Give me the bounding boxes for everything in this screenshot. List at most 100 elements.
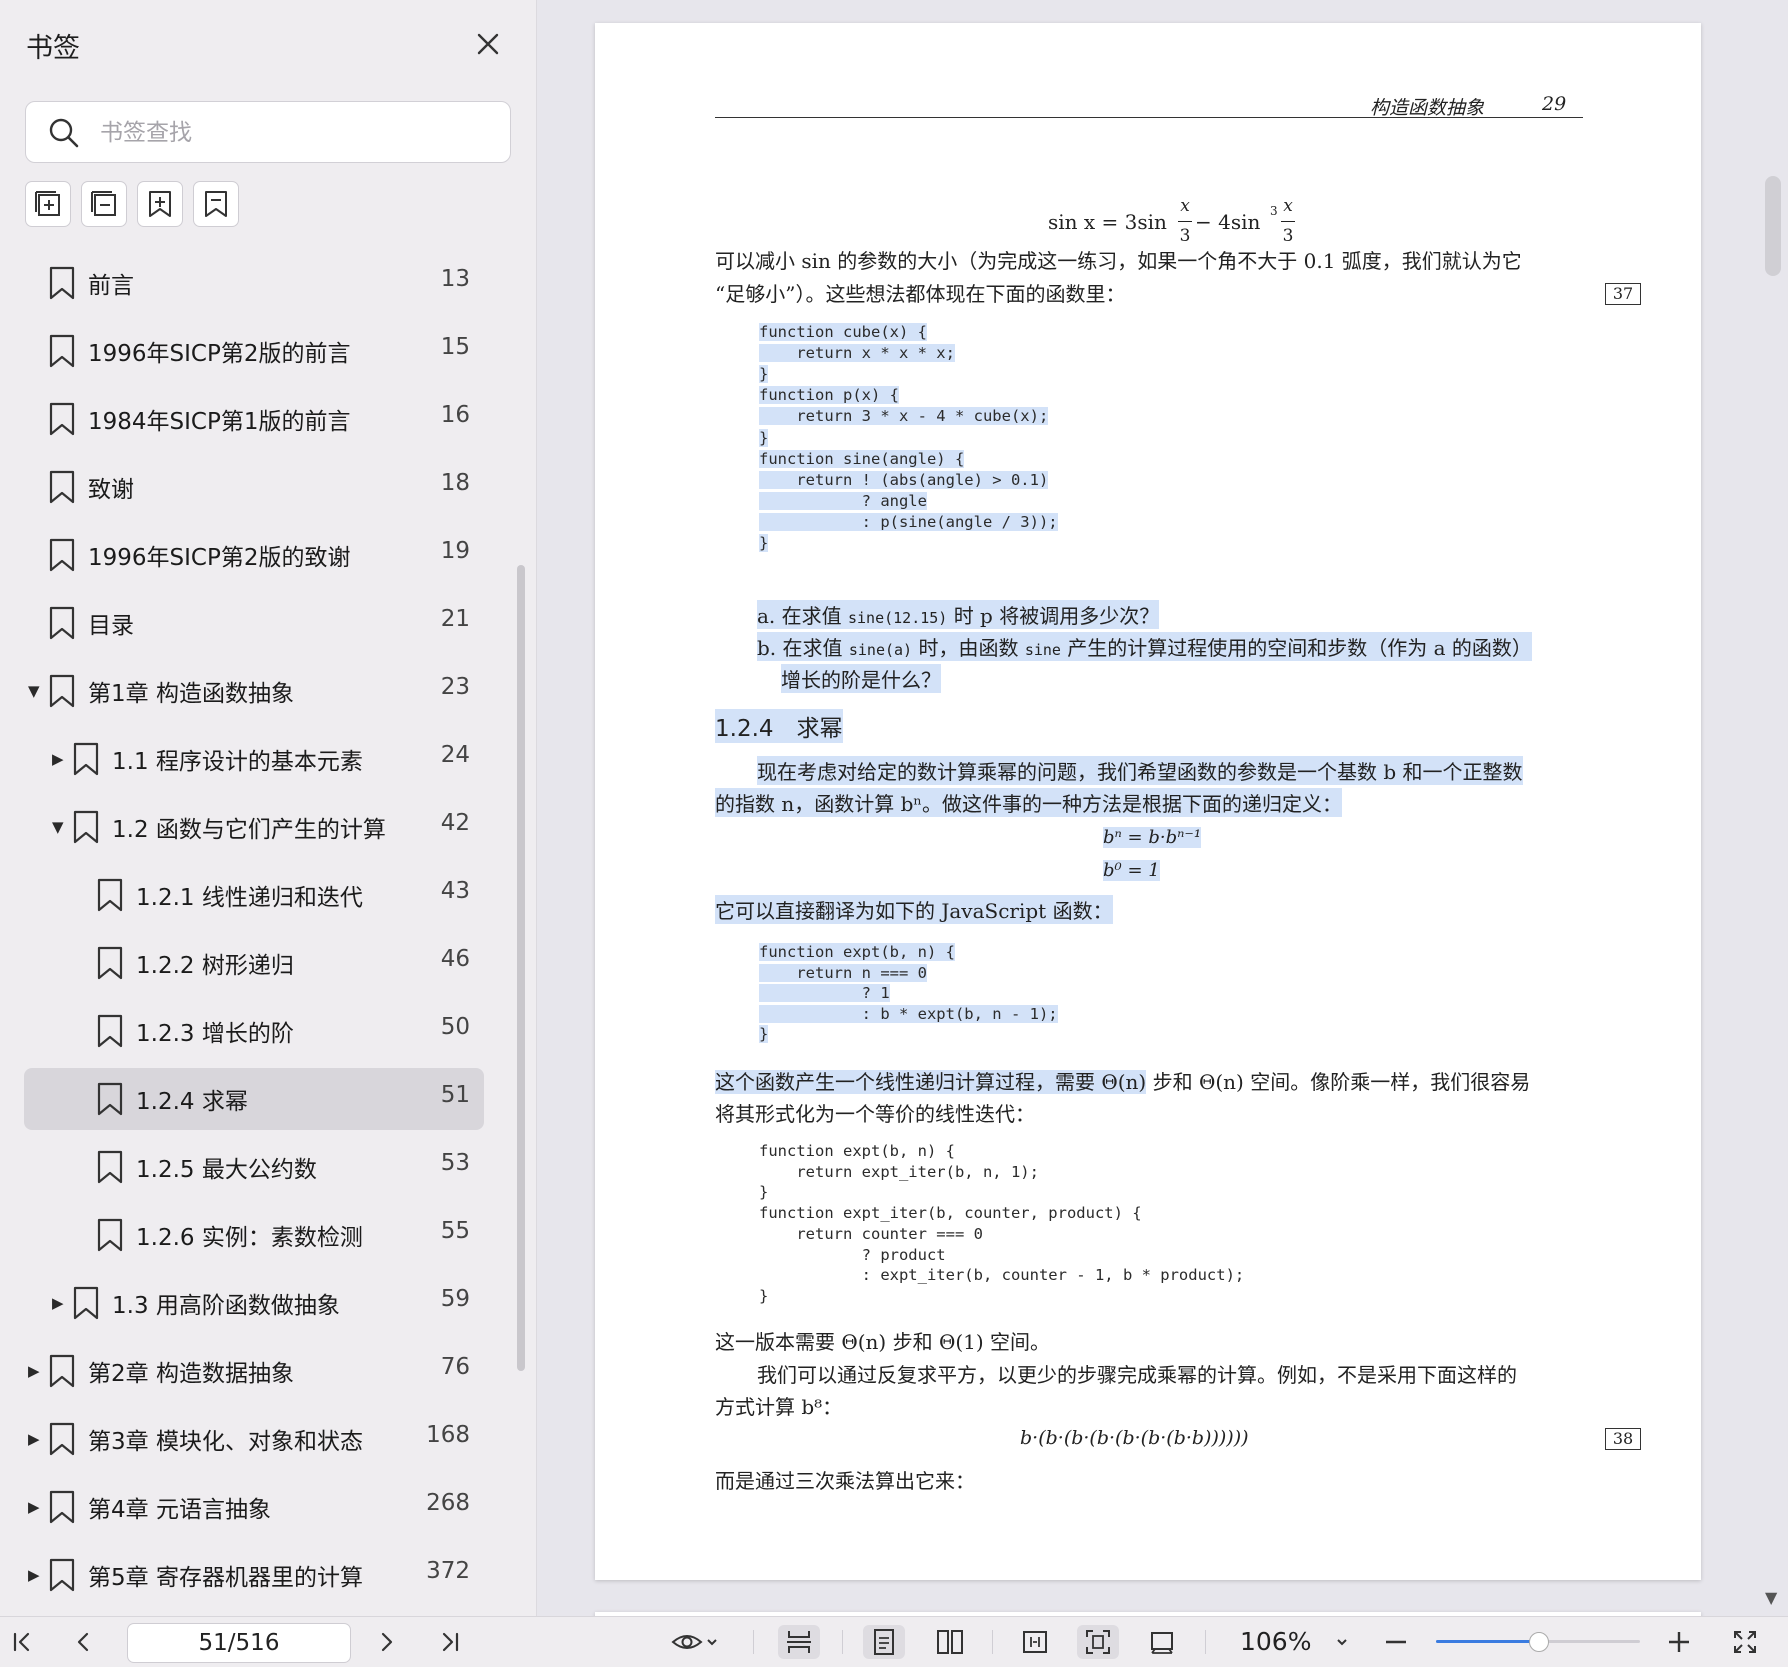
bookmark-item[interactable]: 1984年SICP第1版的前言 16 [24, 388, 484, 450]
bookmark-icon [73, 810, 99, 844]
view-mode-dropdown[interactable] [664, 1625, 726, 1659]
fit-width-icon [1023, 1631, 1047, 1653]
code-line: } [759, 534, 769, 552]
bookmark-item[interactable]: 1996年SICP第2版的致谢 19 [24, 524, 484, 586]
bookmark-item[interactable]: ▶ 第4章 元语言抽象 268 [24, 1476, 484, 1538]
paragraph-line: 将其形式化为一个等价的线性迭代： [715, 1102, 1035, 1126]
caret-down-icon[interactable]: ▼ [52, 817, 66, 837]
first-page-button[interactable] [4, 1625, 40, 1659]
bookmark-item[interactable]: ▶ 第5章 寄存器机器里的计算 372 [24, 1544, 484, 1606]
chevron-down-icon [707, 1639, 717, 1646]
caret-right-icon[interactable]: ▶ [52, 749, 66, 769]
code-line: function sine(angle) { [759, 449, 965, 468]
section-heading: 1.2.4 求幂 [715, 709, 843, 743]
bookmark-label: 第2章 构造数据抽象 [88, 1361, 294, 1387]
search-icon [49, 118, 79, 148]
bookmark-item[interactable]: 1.2.3 增长的阶 50 [24, 1000, 484, 1062]
document-scrollbar[interactable] [1765, 176, 1781, 276]
caret-right-icon[interactable]: ▶ [28, 1565, 42, 1585]
zoom-out-button[interactable] [1378, 1625, 1414, 1659]
bookmark-search-input[interactable] [98, 112, 492, 154]
exercise-question-b-line2: 增长的阶是什么？ [781, 664, 941, 693]
single-page-button[interactable] [863, 1625, 905, 1659]
fraction-bar [1281, 221, 1295, 222]
bookmark-item[interactable]: ▶ 第3章 模块化、对象和状态 168 [24, 1408, 484, 1470]
bookmark-page-number: 55 [440, 1218, 470, 1244]
paragraph-line: 现在考虑对给定的数计算乘幂的问题，我们希望函数的参数是一个基数 b 和一个正整数 [757, 756, 1523, 785]
bookmark-item[interactable]: ▼ 1.2 函数与它们产生的计算 42 [24, 796, 484, 858]
caret-down-icon[interactable]: ▼ [28, 681, 42, 701]
fit-page-button[interactable] [1077, 1625, 1119, 1659]
bookmark-item[interactable]: 1.2.6 实例：素数检测 55 [24, 1204, 484, 1266]
bookmark-icon [49, 1354, 75, 1388]
bookmark-page-number: 24 [440, 742, 470, 768]
code-line: function expt(b, n) { [759, 1142, 955, 1160]
chevron-right-icon [381, 1632, 393, 1652]
rotate-page-button[interactable] [1141, 1625, 1183, 1659]
document-view: 构造函数抽象 29 sin x = 3sin x 3 − 4sin 3 x 3 … [537, 0, 1788, 1616]
continuous-scroll-button[interactable] [778, 1625, 820, 1659]
bookmark-icon [97, 1218, 123, 1252]
bookmark-item[interactable]: ▼ 第1章 构造函数抽象 23 [24, 660, 484, 722]
code-line: function cube(x) { [759, 323, 927, 341]
zoom-slider[interactable] [1436, 1632, 1640, 1652]
fit-width-button[interactable] [1014, 1625, 1056, 1659]
sidebar-scrollbar[interactable] [517, 565, 525, 1371]
bookmark-item[interactable]: ▶ 1.3 用高阶函数做抽象 59 [24, 1272, 484, 1334]
bookmark-item[interactable]: 前言 13 [24, 252, 484, 314]
bookmark-item[interactable]: 致谢 18 [24, 456, 484, 518]
bookmark-page-number: 53 [440, 1150, 470, 1176]
bookmark-page-number: 46 [440, 946, 470, 972]
bookmark-icon [97, 1082, 123, 1116]
bookmark-label: 第5章 寄存器机器里的计算 [88, 1565, 363, 1591]
first-page-icon [13, 1632, 30, 1652]
bookmark-item[interactable]: 1.2.1 线性递归和迭代 43 [24, 864, 484, 926]
bookmark-label: 第4章 元语言抽象 [88, 1497, 271, 1523]
fullscreen-button[interactable] [1727, 1625, 1763, 1659]
bookmark-search-box[interactable] [25, 101, 511, 163]
add-bookmark-button[interactable] [137, 181, 183, 227]
remove-bookmark-icon [205, 191, 227, 217]
expand-all-button[interactable] [25, 181, 71, 227]
zoom-level[interactable]: 106% [1240, 1627, 1311, 1656]
remove-bookmark-button[interactable] [193, 181, 239, 227]
caret-right-icon[interactable]: ▶ [28, 1429, 42, 1449]
bookmark-item[interactable]: 1.2.5 最大公约数 53 [24, 1136, 484, 1198]
caret-right-icon[interactable]: ▶ [28, 1361, 42, 1381]
zoom-dropdown-button[interactable] [1324, 1625, 1360, 1659]
caret-right-icon[interactable]: ▶ [28, 1497, 42, 1517]
bookmark-toolbar [25, 181, 239, 227]
recursive-definition-base: b⁰ = 1 [1103, 860, 1160, 881]
code-line: return expt_iter(b, n, 1); [759, 1162, 1039, 1181]
previous-page-button[interactable] [66, 1625, 102, 1659]
collapse-all-button[interactable] [81, 181, 127, 227]
page-number-input[interactable] [127, 1623, 351, 1663]
bookmark-page-number: 59 [440, 1286, 470, 1312]
zoom-in-button[interactable] [1661, 1625, 1697, 1659]
code-line: ? 1 [759, 984, 890, 1003]
bookmark-label: 1.3 用高阶函数做抽象 [112, 1293, 340, 1319]
zoom-slider-handle[interactable] [1529, 1632, 1549, 1652]
bookmark-item[interactable]: 1.2.4 求幂 51 [24, 1068, 484, 1130]
formula-den2: 3 [1282, 226, 1294, 246]
bookmark-item[interactable]: 1.2.2 树形递归 46 [24, 932, 484, 994]
close-sidebar-button[interactable] [470, 26, 506, 62]
two-page-button[interactable] [929, 1625, 971, 1659]
formula-mid: − 4sin [1195, 210, 1261, 234]
bookmark-item[interactable]: ▶ 1.1 程序设计的基本元素 24 [24, 728, 484, 790]
bookmark-page-number: 372 [426, 1558, 470, 1584]
code-line: ? product [759, 1245, 946, 1264]
bookmark-item[interactable]: 目录 21 [24, 592, 484, 654]
caret-right-icon[interactable]: ▶ [52, 1293, 66, 1313]
bookmark-icon [49, 266, 75, 300]
close-icon [477, 33, 499, 55]
bookmark-label: 1.2.2 树形递归 [136, 953, 294, 979]
bookmark-item[interactable]: ▶ 第2章 构造数据抽象 76 [24, 1340, 484, 1402]
bookmark-label: 1.2.1 线性递归和迭代 [136, 885, 363, 911]
last-page-button[interactable] [432, 1625, 468, 1659]
next-page-button[interactable] [368, 1625, 404, 1659]
code-line: : b * expt(b, n - 1); [759, 1004, 1058, 1023]
scroll-down-arrow-icon[interactable]: ▼ [1765, 1588, 1777, 1607]
bookmark-item[interactable]: 1996年SICP第2版的前言 15 [24, 320, 484, 382]
code-line: function p(x) { [759, 386, 899, 405]
